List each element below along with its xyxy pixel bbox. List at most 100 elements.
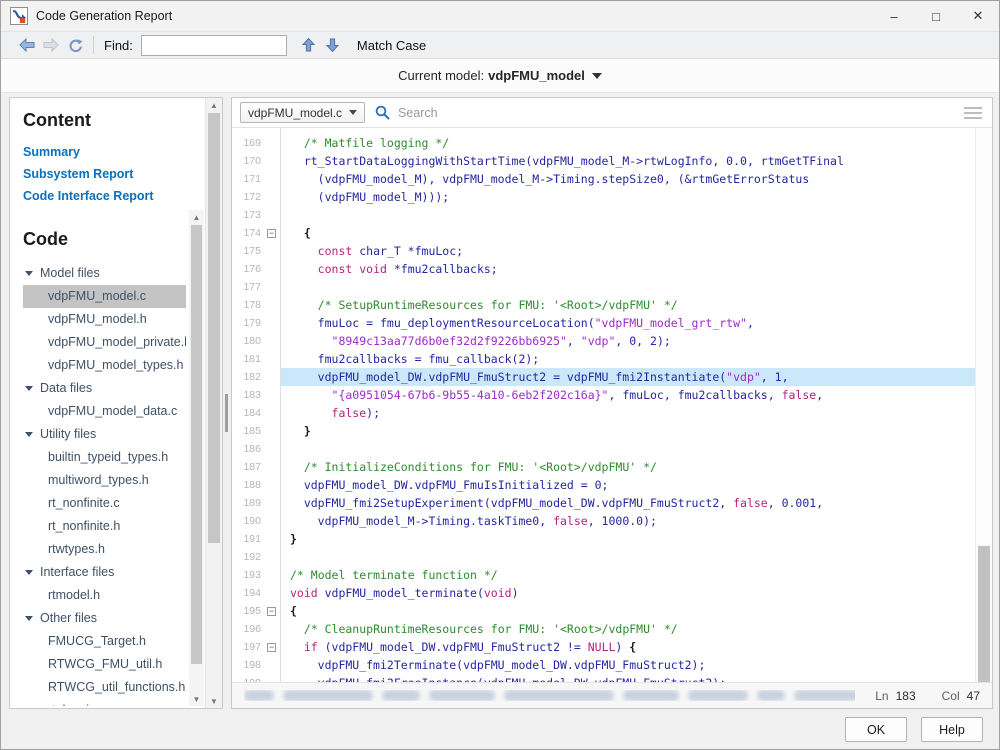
code-text — [280, 206, 975, 224]
sidebar-scrollbar-thumb[interactable] — [208, 113, 220, 543]
fold-collapse-icon[interactable]: − — [267, 643, 276, 652]
tree-item-rt_nonfinite.c[interactable]: rt_nonfinite.c — [23, 492, 186, 515]
scroll-down-icon[interactable]: ▼ — [189, 692, 204, 706]
tree-item-vdpFMU_model.c[interactable]: vdpFMU_model.c — [23, 285, 186, 308]
find-previous-button[interactable] — [297, 34, 321, 56]
tree-scrollbar-thumb[interactable] — [191, 225, 202, 664]
code-text: "8949c13aa77d6b0ef32d2f9226bb6925", "vdp… — [280, 332, 975, 350]
code-line-178: 178/* SetupRuntimeResources for FMU: '<R… — [232, 296, 975, 314]
toolbar-separator — [93, 36, 94, 54]
tree-item-rt_logging.c[interactable]: rt_logging.c — [23, 699, 186, 706]
panel-splitter-handle[interactable] — [225, 394, 228, 432]
tree-scrollbar[interactable]: ▲ ▼ — [189, 210, 204, 706]
tree-section-label: Utility files — [40, 423, 96, 446]
tree-item-rtwtypes.h[interactable]: rtwtypes.h — [23, 538, 186, 561]
tree-item-label: RTWCG_util_functions.h — [48, 676, 185, 699]
line-value: 183 — [896, 689, 916, 703]
collapse-triangle-icon — [25, 386, 33, 391]
fold-gutter — [264, 314, 279, 332]
search-input[interactable] — [396, 105, 956, 121]
back-button[interactable] — [15, 34, 39, 56]
content-heading: Content — [23, 110, 186, 131]
code-line-177: 177 — [232, 278, 975, 296]
fold-gutter: − — [264, 638, 279, 656]
tree-item-FMUCG_Target.h[interactable]: FMUCG_Target.h — [23, 630, 186, 653]
tree-section-model-files[interactable]: Model files — [23, 262, 186, 285]
menu-icon[interactable] — [964, 107, 982, 119]
fold-gutter — [264, 494, 279, 512]
find-input[interactable] — [141, 35, 287, 56]
tree-item-vdpFMU_model_types.h[interactable]: vdpFMU_model_types.h — [23, 354, 186, 377]
code-scrollbar[interactable] — [975, 128, 992, 682]
link-code-interface-report[interactable]: Code Interface Report — [23, 185, 186, 207]
sidebar-scrollbar[interactable]: ▲ ▼ — [205, 98, 222, 708]
find-next-button[interactable] — [321, 34, 345, 56]
tree-item-vdpFMU_model.h[interactable]: vdpFMU_model.h — [23, 308, 186, 331]
code-line-176: 176const void *fmu2callbacks; — [232, 260, 975, 278]
refresh-button[interactable] — [63, 34, 87, 56]
code-line-197: 197−if (vdpFMU_model_DW.vdpFMU_FmuStruct… — [232, 638, 975, 656]
tree-item-multiword_types.h[interactable]: multiword_types.h — [23, 469, 186, 492]
tree-item-builtin_typeid_types.h[interactable]: builtin_typeid_types.h — [23, 446, 186, 469]
line-number: 177 — [232, 278, 264, 296]
tree-section-other-files[interactable]: Other files — [23, 607, 186, 630]
tree-item-label: vdpFMU_model.c — [48, 285, 146, 308]
fold-gutter — [264, 278, 279, 296]
toolbar: Find: Match Case — [1, 31, 999, 59]
tree-item-label: vdpFMU_model.h — [48, 308, 147, 331]
tree-item-label: RTWCG_FMU_util.h — [48, 653, 162, 676]
scroll-up-icon[interactable]: ▲ — [206, 98, 222, 112]
fold-gutter — [264, 242, 279, 260]
fold-gutter — [264, 368, 279, 386]
code-text: const void *fmu2callbacks; — [280, 260, 975, 278]
code-line-169: 169/* Matfile logging */ — [232, 134, 975, 152]
fold-gutter — [264, 530, 279, 548]
fold-collapse-icon[interactable]: − — [267, 229, 276, 238]
ok-button[interactable]: OK — [845, 717, 907, 742]
code-text: { — [280, 224, 975, 242]
code-line-199: 199vdpFMU_fmi2FreeInstance(vdpFMU_model_… — [232, 674, 975, 682]
maximize-button[interactable]: □ — [915, 1, 957, 31]
close-button[interactable]: ✕ — [957, 1, 999, 31]
fold-gutter — [264, 566, 279, 584]
code-line-173: 173 — [232, 206, 975, 224]
fold-gutter — [264, 440, 279, 458]
line-number: 186 — [232, 440, 264, 458]
match-case-toggle[interactable]: Match Case — [357, 38, 426, 53]
forward-button[interactable] — [39, 34, 63, 56]
code-search — [375, 105, 956, 121]
link-subsystem-report[interactable]: Subsystem Report — [23, 163, 186, 185]
back-arrow-icon — [19, 38, 35, 52]
sidebar-panel: Content Summary Subsystem Report Code In… — [9, 97, 223, 709]
model-dropdown-caret-icon[interactable] — [592, 73, 602, 79]
tree-item-rtmodel.h[interactable]: rtmodel.h — [23, 584, 186, 607]
tree-item-label: multiword_types.h — [48, 469, 149, 492]
fold-collapse-icon[interactable]: − — [267, 607, 276, 616]
tree-section-label: Interface files — [40, 561, 114, 584]
line-number: 191 — [232, 530, 264, 548]
tree-section-utility-files[interactable]: Utility files — [23, 423, 186, 446]
code-line-175: 175const char_T *fmuLoc; — [232, 242, 975, 260]
line-number: 189 — [232, 494, 264, 512]
code-line-191: 191} — [232, 530, 975, 548]
tree-item-label: FMUCG_Target.h — [48, 630, 146, 653]
tree-section-interface-files[interactable]: Interface files — [23, 561, 186, 584]
tree-section-data-files[interactable]: Data files — [23, 377, 186, 400]
tree-item-vdpFMU_model_data.c[interactable]: vdpFMU_model_data.c — [23, 400, 186, 423]
code-line-182: 182vdpFMU_model_DW.vdpFMU_FmuStruct2 = v… — [232, 368, 975, 386]
refresh-icon — [67, 38, 83, 53]
tree-item-RTWCG_util_functions.h[interactable]: RTWCG_util_functions.h — [23, 676, 186, 699]
current-model-bar: Current model: vdpFMU_model — [1, 59, 999, 93]
code-scrollbar-thumb[interactable] — [978, 546, 990, 686]
scroll-down-icon[interactable]: ▼ — [206, 694, 222, 708]
minimize-button[interactable]: – — [873, 1, 915, 31]
help-button[interactable]: Help — [921, 717, 983, 742]
down-arrow-icon — [326, 38, 339, 52]
tree-item-vdpFMU_model_private.h[interactable]: vdpFMU_model_private.h — [23, 331, 186, 354]
file-dropdown[interactable]: vdpFMU_model.c — [240, 102, 365, 123]
tree-item-RTWCG_FMU_util.h[interactable]: RTWCG_FMU_util.h — [23, 653, 186, 676]
scroll-up-icon[interactable]: ▲ — [189, 210, 204, 224]
code-line-194: 194void vdpFMU_model_terminate(void) — [232, 584, 975, 602]
tree-item-rt_nonfinite.h[interactable]: rt_nonfinite.h — [23, 515, 186, 538]
link-summary[interactable]: Summary — [23, 141, 186, 163]
